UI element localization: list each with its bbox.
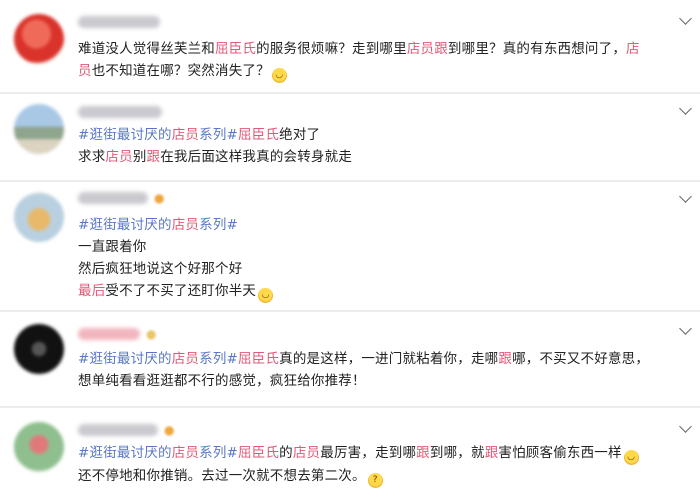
thinking-emoji-icon: ? (367, 473, 383, 488)
comment-card: ● #逛街最讨厌的店员系列# 一直跟着你 然后疯狂地说这个好那个好 最后受不了不买了还… (0, 182, 700, 310)
highlighted-keyword: 店员 (406, 41, 435, 57)
user-badge-icon: ● (146, 327, 157, 341)
comment-line: 还不停地和你推销。去过一次就不想去第二次。? (78, 465, 678, 488)
comment-line: 求求店员别跟在我后面这样我真的会转身就走 (78, 146, 678, 168)
comment-text-span: 受不了不买了还盯你半天 (105, 283, 257, 299)
comment-text-span: 的 (279, 445, 293, 461)
comment-text-span: 然后疯狂地说这个好那个好 (78, 261, 243, 277)
highlighted-keyword: 屈臣氏 (238, 351, 280, 367)
comment-text-span: 真的是这样，一进门就粘着你，走哪 (279, 351, 499, 367)
chevron-down-icon[interactable] (679, 12, 692, 25)
comment-line: 员也不知道在哪？突然消失了？ ◡ (78, 60, 678, 83)
topic-hashtag[interactable]: 系列# (199, 217, 238, 233)
user-avatar[interactable] (14, 14, 64, 64)
topic-hashtag[interactable]: #逛街最讨厌的 (78, 127, 172, 143)
comment-text-span: 害怕顾客偷东西一样 (498, 445, 622, 461)
laugh-cry-emoji-icon: ◡ (623, 450, 639, 465)
highlighted-keyword: 店员 (171, 351, 200, 367)
user-avatar[interactable] (14, 324, 64, 374)
laugh-cry-emoji-icon: ◡ (258, 288, 274, 303)
comment-text-span: 难道没人觉得丝芙兰和 (78, 41, 215, 57)
comment-text-span: 哪，不买又不好意思， (512, 351, 650, 367)
comment-line: 想单纯看看逛逛都不行的感觉，疯狂给你推荐！ (78, 370, 678, 392)
comment-text-span: 求求 (78, 149, 106, 165)
comment-text-span: 还不停地和你推销。去过一次就不想去第二次。 (78, 468, 366, 484)
chevron-down-icon[interactable] (679, 190, 692, 203)
comment-text: #逛街最讨厌的店员系列#屈臣氏真的是这样，一进门就粘着你，走哪跟哪，不买又不好意… (78, 348, 678, 392)
highlighted-keyword: 店员 (171, 445, 200, 461)
comment-text: 难道没人觉得丝芙兰和屈臣氏的服务很烦嘛？走到哪里店员跟到哪里？真的有东西想问了，… (78, 38, 678, 83)
user-badge-icon: ● (154, 191, 165, 205)
username-blurred[interactable] (78, 106, 162, 118)
user-badge-icon: ● (164, 423, 175, 437)
comment-text-span: 到哪里？真的有东西想问了， (447, 41, 627, 57)
comment-text-span: 也不知道在哪？突然消失了？ (91, 63, 270, 79)
user-avatar[interactable] (14, 422, 64, 472)
comment-card: ● #逛街最讨厌的店员系列#屈臣氏的店员最厉害，走到哪跟到哪，就跟害怕顾客偷东西… (0, 408, 700, 500)
topic-hashtag[interactable]: 系列# (199, 351, 238, 367)
topic-hashtag[interactable]: 系列# (199, 445, 238, 461)
comment-text-span: 别 (132, 149, 147, 165)
comment-text-span: 一直跟着你 (78, 239, 147, 255)
user-avatar[interactable] (14, 104, 64, 154)
topic-hashtag[interactable]: #逛街最讨厌的 (78, 351, 172, 367)
topic-hashtag[interactable]: #逛街最讨厌的 (78, 217, 172, 233)
comment-line: 难道没人觉得丝芙兰和屈臣氏的服务很烦嘛？走到哪里店员跟到哪里？真的有东西想问了，… (78, 38, 678, 60)
topic-hashtag[interactable]: 系列# (199, 127, 238, 143)
highlighted-keyword: 店员 (105, 149, 133, 165)
username-blurred[interactable] (78, 192, 148, 204)
username-blurred[interactable] (78, 16, 160, 28)
comment-text-span: 想单纯看看逛逛都不行的感觉，疯狂给你推荐！ (78, 373, 366, 389)
comment-text: #逛街最讨厌的店员系列#屈臣氏绝对了 求求店员别跟在我后面这样我真的会转身就走 (78, 124, 678, 168)
comment-line: 最后受不了不买了还盯你半天 ◡ (78, 280, 678, 303)
username-blurred[interactable] (78, 328, 140, 340)
comment-text-span: 的服务很烦嘛？走到哪里 (256, 41, 407, 57)
user-avatar[interactable] (14, 192, 64, 242)
laugh-cry-emoji-icon: ◡ (271, 68, 287, 83)
comment-line: #逛街最讨厌的店员系列#屈臣氏的店员最厉害，走到哪跟到哪，就跟害怕顾客偷东西一样… (78, 442, 678, 465)
highlighted-keyword: 屈臣氏 (238, 127, 280, 143)
comment-card: ● #逛街最讨厌的店员系列#屈臣氏真的是这样，一进门就粘着你，走哪跟哪，不买又不… (0, 312, 700, 406)
chevron-down-icon[interactable] (679, 102, 692, 115)
username-blurred[interactable] (78, 424, 158, 436)
comment-card: 难道没人觉得丝芙兰和屈臣氏的服务很烦嘛？走到哪里店员跟到哪里？真的有东西想问了，… (0, 0, 700, 92)
highlighted-keyword: 跟 (498, 351, 513, 367)
topic-hashtag[interactable]: #逛街最讨厌的 (78, 445, 172, 461)
comment-text-span: 最厉害，走到哪 (320, 445, 417, 461)
chevron-down-icon[interactable] (679, 322, 692, 335)
comment-text-span: 到哪，就 (429, 445, 485, 461)
comment-line: 然后疯狂地说这个好那个好 (78, 258, 678, 280)
highlighted-keyword: 店员 (171, 127, 200, 143)
comment-text-span: 绝对了 (279, 127, 321, 143)
highlighted-keyword: 员 (78, 63, 92, 79)
comment-line: #逛街最讨厌的店员系列#屈臣氏绝对了 (78, 124, 678, 146)
comment-feed: 难道没人觉得丝芙兰和屈臣氏的服务很烦嘛？走到哪里店员跟到哪里？真的有东西想问了，… (0, 0, 700, 500)
comment-text: #逛街最讨厌的店员系列# 一直跟着你 然后疯狂地说这个好那个好 最后受不了不买了还盯你… (78, 214, 678, 303)
chevron-down-icon[interactable] (679, 420, 692, 433)
highlighted-keyword: 跟 (146, 149, 161, 165)
comment-line: #逛街最讨厌的店员系列#屈臣氏真的是这样，一进门就粘着你，走哪跟哪，不买又不好意… (78, 348, 678, 370)
highlighted-keyword: 屈臣氏 (238, 445, 280, 461)
highlighted-keyword: 跟 (416, 445, 430, 461)
comment-line: #逛街最讨厌的店员系列# (78, 214, 678, 236)
highlighted-keyword: 店员 (292, 445, 321, 461)
highlighted-keyword: 店员 (171, 217, 200, 233)
highlighted-keyword: 店 (626, 41, 640, 57)
comment-card: #逛街最讨厌的店员系列#屈臣氏绝对了 求求店员别跟在我后面这样我真的会转身就走 (0, 94, 700, 180)
highlighted-keyword: 最后 (78, 283, 106, 299)
highlighted-keyword: 屈臣氏 (215, 41, 257, 57)
comment-line: 一直跟着你 (78, 236, 678, 258)
comment-text: #逛街最讨厌的店员系列#屈臣氏的店员最厉害，走到哪跟到哪，就跟害怕顾客偷东西一样… (78, 442, 678, 488)
highlighted-keyword: 跟 (434, 41, 448, 57)
highlighted-keyword: 跟 (484, 445, 499, 461)
comment-text-span: 在我后面这样我真的会转身就走 (160, 149, 353, 165)
